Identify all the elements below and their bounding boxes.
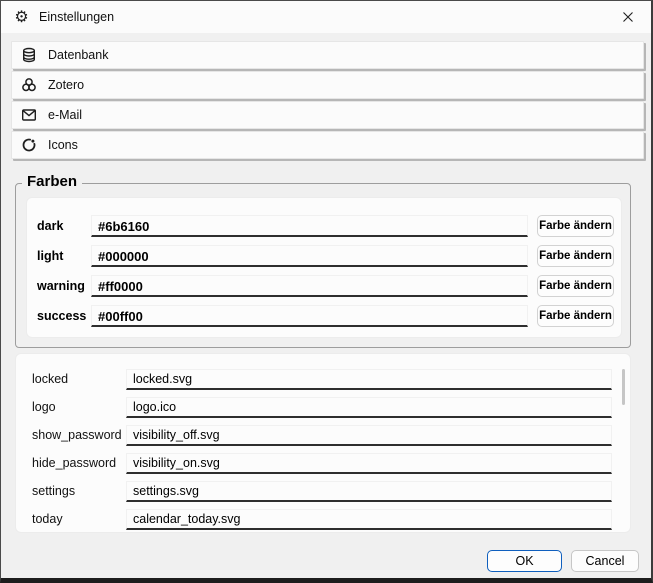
icon-file-row: show_password bbox=[16, 421, 630, 449]
icon-file-row: locked bbox=[16, 365, 630, 393]
icon-file-row: logo bbox=[16, 393, 630, 421]
section-datenbank[interactable]: Datenbank bbox=[11, 41, 644, 69]
color-label: light bbox=[37, 249, 91, 263]
cancel-button[interactable]: Cancel bbox=[571, 550, 639, 572]
color-row-warning: warning Farbe ändern bbox=[27, 271, 621, 301]
section-label: Icons bbox=[48, 138, 78, 152]
titlebar: ⚙︎ Einstellungen bbox=[1, 1, 651, 33]
color-value-input[interactable] bbox=[91, 305, 528, 327]
gear-icon: ⚙︎ bbox=[13, 9, 30, 26]
refresh-dot-icon bbox=[20, 137, 37, 154]
change-color-button[interactable]: Farbe ändern bbox=[537, 305, 614, 327]
zotero-icon bbox=[20, 77, 37, 94]
icon-file-input[interactable] bbox=[126, 369, 612, 390]
icon-file-row: today bbox=[16, 505, 630, 533]
icon-file-input[interactable] bbox=[126, 481, 612, 502]
color-value-input[interactable] bbox=[91, 245, 528, 267]
icon-file-input[interactable] bbox=[126, 425, 612, 446]
farben-group: Farben dark Farbe ändern light Farbe änd… bbox=[15, 183, 631, 348]
section-label: Zotero bbox=[48, 78, 84, 92]
settings-window: ⚙︎ Einstellungen Datenbank bbox=[0, 0, 653, 583]
color-row-dark: dark Farbe ändern bbox=[27, 211, 621, 241]
icon-file-label: hide_password bbox=[32, 456, 126, 470]
scrollbar-thumb[interactable] bbox=[622, 369, 625, 405]
section-zotero[interactable]: Zotero bbox=[11, 71, 644, 99]
icon-file-label: show_password bbox=[32, 428, 126, 442]
close-icon[interactable] bbox=[605, 1, 651, 33]
mail-icon bbox=[20, 107, 37, 124]
icon-file-label: locked bbox=[32, 372, 126, 386]
color-row-light: light Farbe ändern bbox=[27, 241, 621, 271]
icon-file-row: hide_password bbox=[16, 449, 630, 477]
change-color-button[interactable]: Farbe ändern bbox=[537, 275, 614, 297]
icon-file-label: today bbox=[32, 512, 126, 526]
window-title: Einstellungen bbox=[39, 10, 114, 24]
icon-file-row: settings bbox=[16, 477, 630, 505]
icon-file-input[interactable] bbox=[126, 453, 612, 474]
color-value-input[interactable] bbox=[91, 215, 528, 237]
color-row-success: success Farbe ändern bbox=[27, 301, 621, 331]
icon-file-label: logo bbox=[32, 400, 126, 414]
icon-file-input[interactable] bbox=[126, 509, 612, 530]
section-label: Datenbank bbox=[48, 48, 108, 62]
icon-file-label: settings bbox=[32, 484, 126, 498]
farben-panel: dark Farbe ändern light Farbe ändern war… bbox=[26, 197, 622, 338]
section-email[interactable]: e-Mail bbox=[11, 101, 644, 129]
farben-group-title: Farben bbox=[22, 173, 82, 190]
color-label: warning bbox=[37, 279, 91, 293]
section-icons[interactable]: Icons bbox=[11, 131, 644, 159]
color-label: dark bbox=[37, 219, 91, 233]
change-color-button[interactable]: Farbe ändern bbox=[537, 245, 614, 267]
ok-button[interactable]: OK bbox=[487, 550, 562, 572]
section-label: e-Mail bbox=[48, 108, 82, 122]
icon-file-input[interactable] bbox=[126, 397, 612, 418]
color-label: success bbox=[37, 309, 91, 323]
change-color-button[interactable]: Farbe ändern bbox=[537, 215, 614, 237]
color-value-input[interactable] bbox=[91, 275, 528, 297]
icon-files-panel: locked logo show_password hide_password … bbox=[15, 353, 631, 533]
database-icon bbox=[20, 47, 37, 64]
